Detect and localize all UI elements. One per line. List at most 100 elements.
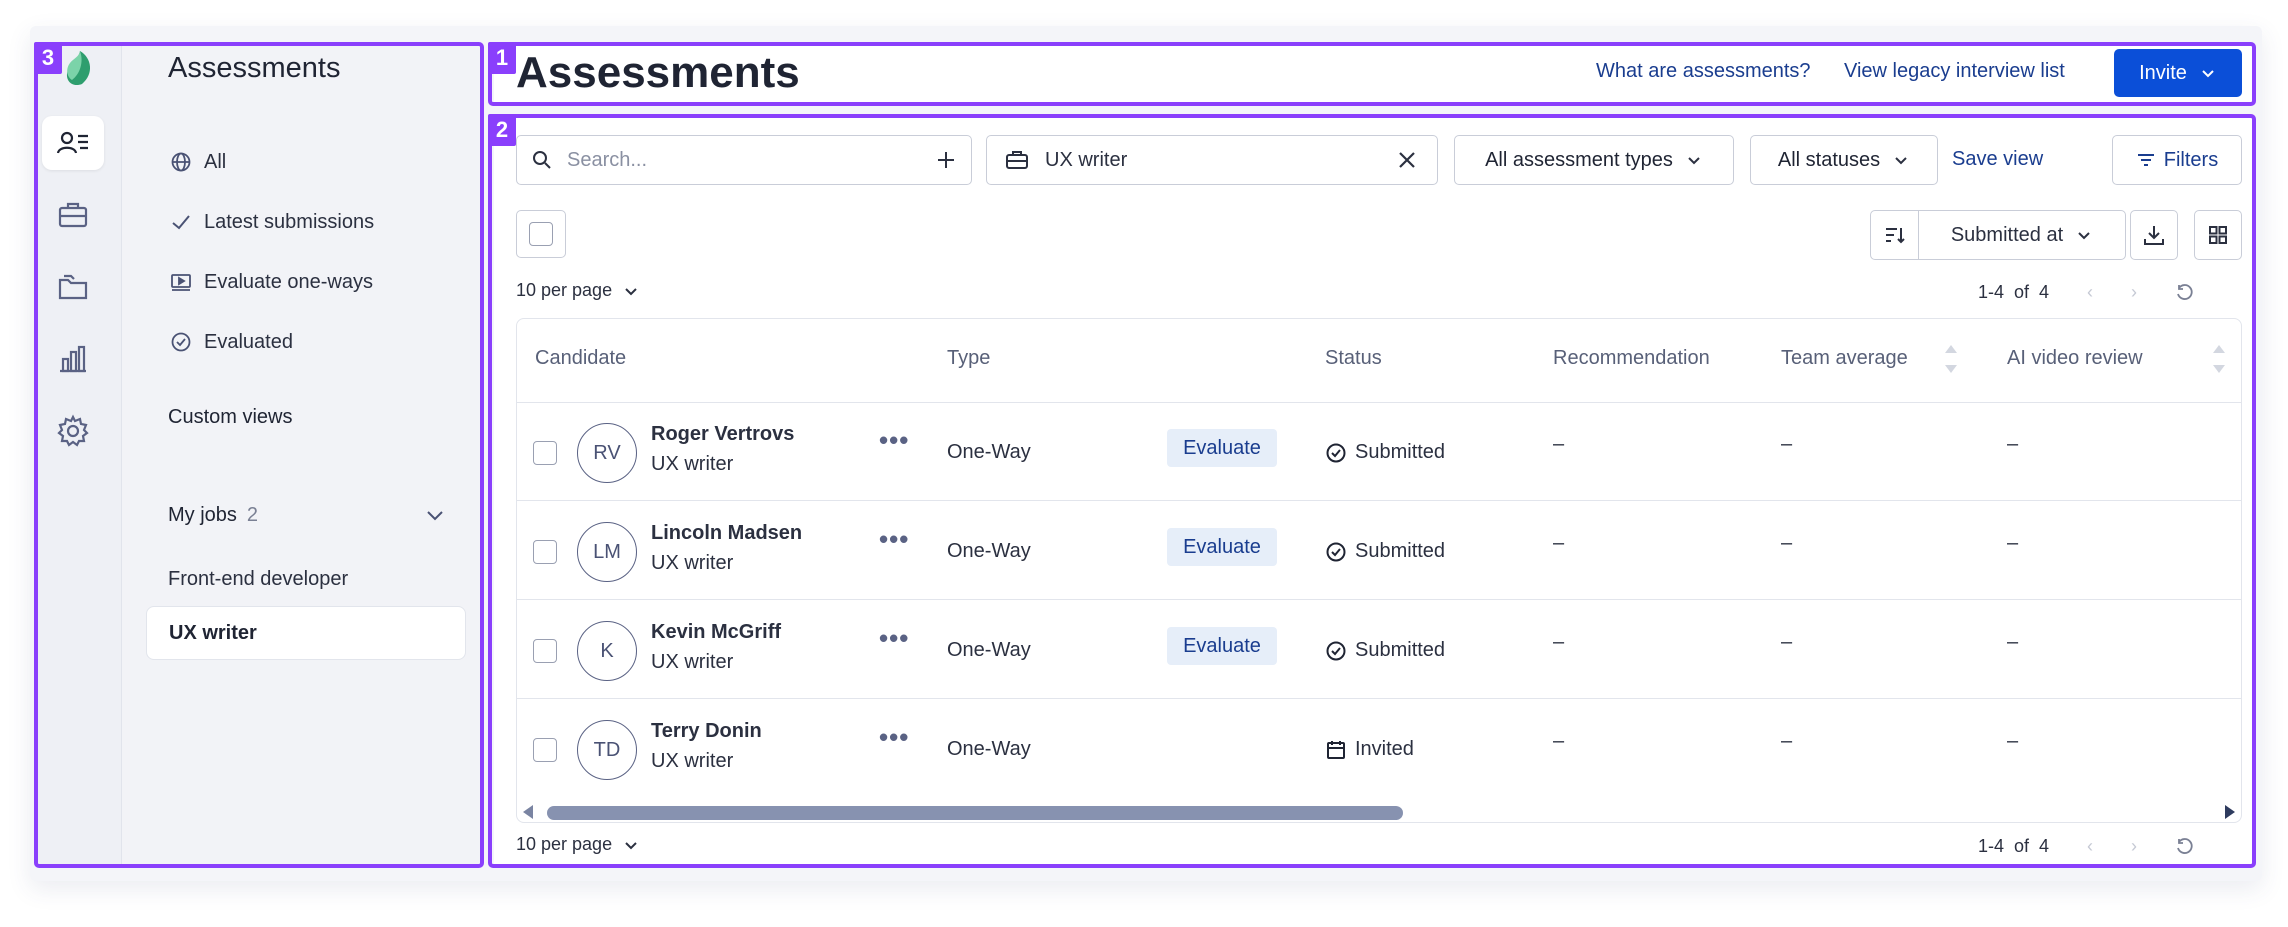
per-page-select-bottom[interactable]: 10 per page (516, 834, 640, 855)
candidate-job: UX writer (651, 453, 734, 475)
plus-icon[interactable] (935, 149, 957, 171)
scroll-left-icon[interactable] (523, 805, 533, 819)
table-row[interactable]: LM Lincoln Madsen UX writer ••• One-Way … (517, 502, 2241, 600)
check-circle-icon (1326, 443, 1346, 462)
bar-chart-icon (60, 345, 86, 373)
next-page-icon[interactable]: › (2131, 282, 2137, 303)
column-team-average[interactable]: Team average (1781, 347, 1908, 370)
job-item-front-end-developer[interactable]: Front-end developer (146, 552, 466, 606)
prev-page-icon[interactable]: ‹ (2087, 282, 2093, 303)
nav-item-label: Latest submissions (204, 210, 375, 233)
scrollbar-thumb[interactable] (547, 806, 1403, 820)
assessment-type: One-Way (947, 441, 1031, 463)
row-checkbox[interactable] (533, 639, 557, 663)
candidate-job: UX writer (651, 552, 734, 574)
more-options-icon[interactable]: ••• (879, 623, 909, 654)
job-item-ux-writer[interactable]: UX writer (146, 606, 466, 660)
nav-item-latest-submissions[interactable]: Latest submissions (168, 202, 374, 242)
grid-view-button[interactable] (2194, 210, 2242, 260)
avatar: RV (577, 423, 637, 483)
column-status[interactable]: Status (1325, 347, 1382, 370)
next-page-icon[interactable]: › (2131, 836, 2137, 857)
refresh-icon[interactable] (2175, 283, 2193, 302)
calendar-icon (1327, 740, 1345, 759)
sort-arrows-icon[interactable] (1943, 341, 1959, 377)
evaluate-button[interactable]: Evaluate (1167, 528, 1277, 566)
icon-rail (36, 42, 122, 864)
checkbox[interactable] (529, 222, 553, 246)
assessment-type: One-Way (947, 540, 1031, 562)
search-icon (533, 151, 551, 169)
rail-folders-button[interactable] (42, 260, 104, 314)
per-page-select[interactable]: 10 per page (516, 280, 640, 301)
sort-arrows-icon[interactable] (2211, 341, 2227, 377)
video-icon (168, 269, 194, 295)
status-cell: Invited (1325, 738, 1414, 761)
briefcase-icon (1006, 151, 1028, 169)
candidate-name[interactable]: Roger Vertrovs (651, 423, 794, 446)
page-range: 1-4 (1978, 836, 2005, 856)
nav-panel: Assessments All Latest submissions Evalu… (122, 42, 482, 864)
more-options-icon[interactable]: ••• (879, 722, 909, 753)
custom-views-heading[interactable]: Custom views (168, 406, 292, 429)
table-row[interactable]: K Kevin McGriff UX writer ••• One-Way Ev… (517, 601, 2241, 699)
select-all-checkbox[interactable] (516, 210, 566, 258)
column-recommendation[interactable]: Recommendation (1553, 347, 1710, 370)
status-dropdown[interactable]: All statuses (1750, 135, 1938, 185)
row-checkbox[interactable] (533, 441, 557, 465)
recommendation-value: – (1553, 532, 1565, 554)
check-circle-icon (1326, 542, 1346, 561)
nav-item-evaluate-one-ways[interactable]: Evaluate one-ways (168, 262, 373, 302)
prev-page-icon[interactable]: ‹ (2087, 836, 2093, 857)
candidate-name[interactable]: Kevin McGriff (651, 621, 781, 644)
job-filter-chip[interactable]: UX writer (986, 135, 1438, 185)
search-input[interactable] (567, 148, 935, 172)
search-box[interactable] (516, 135, 972, 185)
ai-review-value: – (2007, 433, 2019, 455)
sort-control[interactable]: Submitted at (1870, 210, 2126, 260)
globe-icon (168, 149, 194, 175)
chevron-down-icon[interactable] (422, 502, 448, 528)
candidate-name[interactable]: Lincoln Madsen (651, 522, 802, 545)
my-jobs-label: My jobs (168, 504, 237, 526)
chevron-down-icon (625, 841, 637, 849)
rail-candidates-button[interactable] (42, 116, 104, 170)
assessment-type-dropdown[interactable]: All assessment types (1454, 135, 1734, 185)
close-icon[interactable] (1395, 148, 1419, 172)
view-legacy-interview-list-link[interactable]: View legacy interview list (1844, 60, 2065, 83)
column-candidate[interactable]: Candidate (535, 347, 626, 370)
scroll-right-icon[interactable] (2225, 805, 2235, 819)
rail-settings-button[interactable] (42, 404, 104, 458)
sort-direction-button[interactable] (1871, 211, 1919, 259)
sort-field-dropdown[interactable]: Submitted at (1919, 211, 2125, 259)
page-title: Assessments (516, 48, 800, 97)
status-text: Submitted (1355, 540, 1446, 562)
download-button[interactable] (2130, 210, 2178, 260)
save-view-link[interactable]: Save view (1952, 148, 2043, 171)
rail-jobs-button[interactable] (42, 188, 104, 242)
column-ai-video-review[interactable]: AI video review (2007, 347, 2143, 370)
nav-item-all[interactable]: All (168, 142, 226, 182)
invite-button[interactable]: Invite (2114, 49, 2242, 97)
what-are-assessments-link[interactable]: What are assessments? (1596, 60, 1811, 83)
my-jobs-heading[interactable]: My jobs 2 (168, 504, 258, 527)
column-type[interactable]: Type (947, 347, 990, 370)
row-checkbox[interactable] (533, 738, 557, 762)
evaluate-button[interactable]: Evaluate (1167, 627, 1277, 665)
pagination: 1-4 of 4 ‹ › (1978, 282, 2193, 303)
table-row[interactable]: RV Roger Vertrovs UX writer ••• One-Way … (517, 403, 2241, 501)
table-row[interactable]: TD Terry Donin UX writer ••• One-Way Inv… (517, 700, 2241, 798)
more-options-icon[interactable]: ••• (879, 425, 909, 456)
rail-analytics-button[interactable] (42, 332, 104, 386)
evaluate-button[interactable]: Evaluate (1167, 429, 1277, 467)
refresh-icon[interactable] (2175, 837, 2193, 856)
horizontal-scrollbar[interactable] (517, 799, 2241, 822)
filter-lines-icon (2137, 154, 2154, 166)
assessment-type: One-Way (947, 639, 1031, 661)
nav-item-evaluated[interactable]: Evaluated (168, 322, 293, 362)
page-total: 4 (2039, 836, 2050, 856)
row-checkbox[interactable] (533, 540, 557, 564)
candidate-name[interactable]: Terry Donin (651, 720, 762, 743)
filters-button[interactable]: Filters (2112, 135, 2242, 185)
more-options-icon[interactable]: ••• (879, 524, 909, 555)
